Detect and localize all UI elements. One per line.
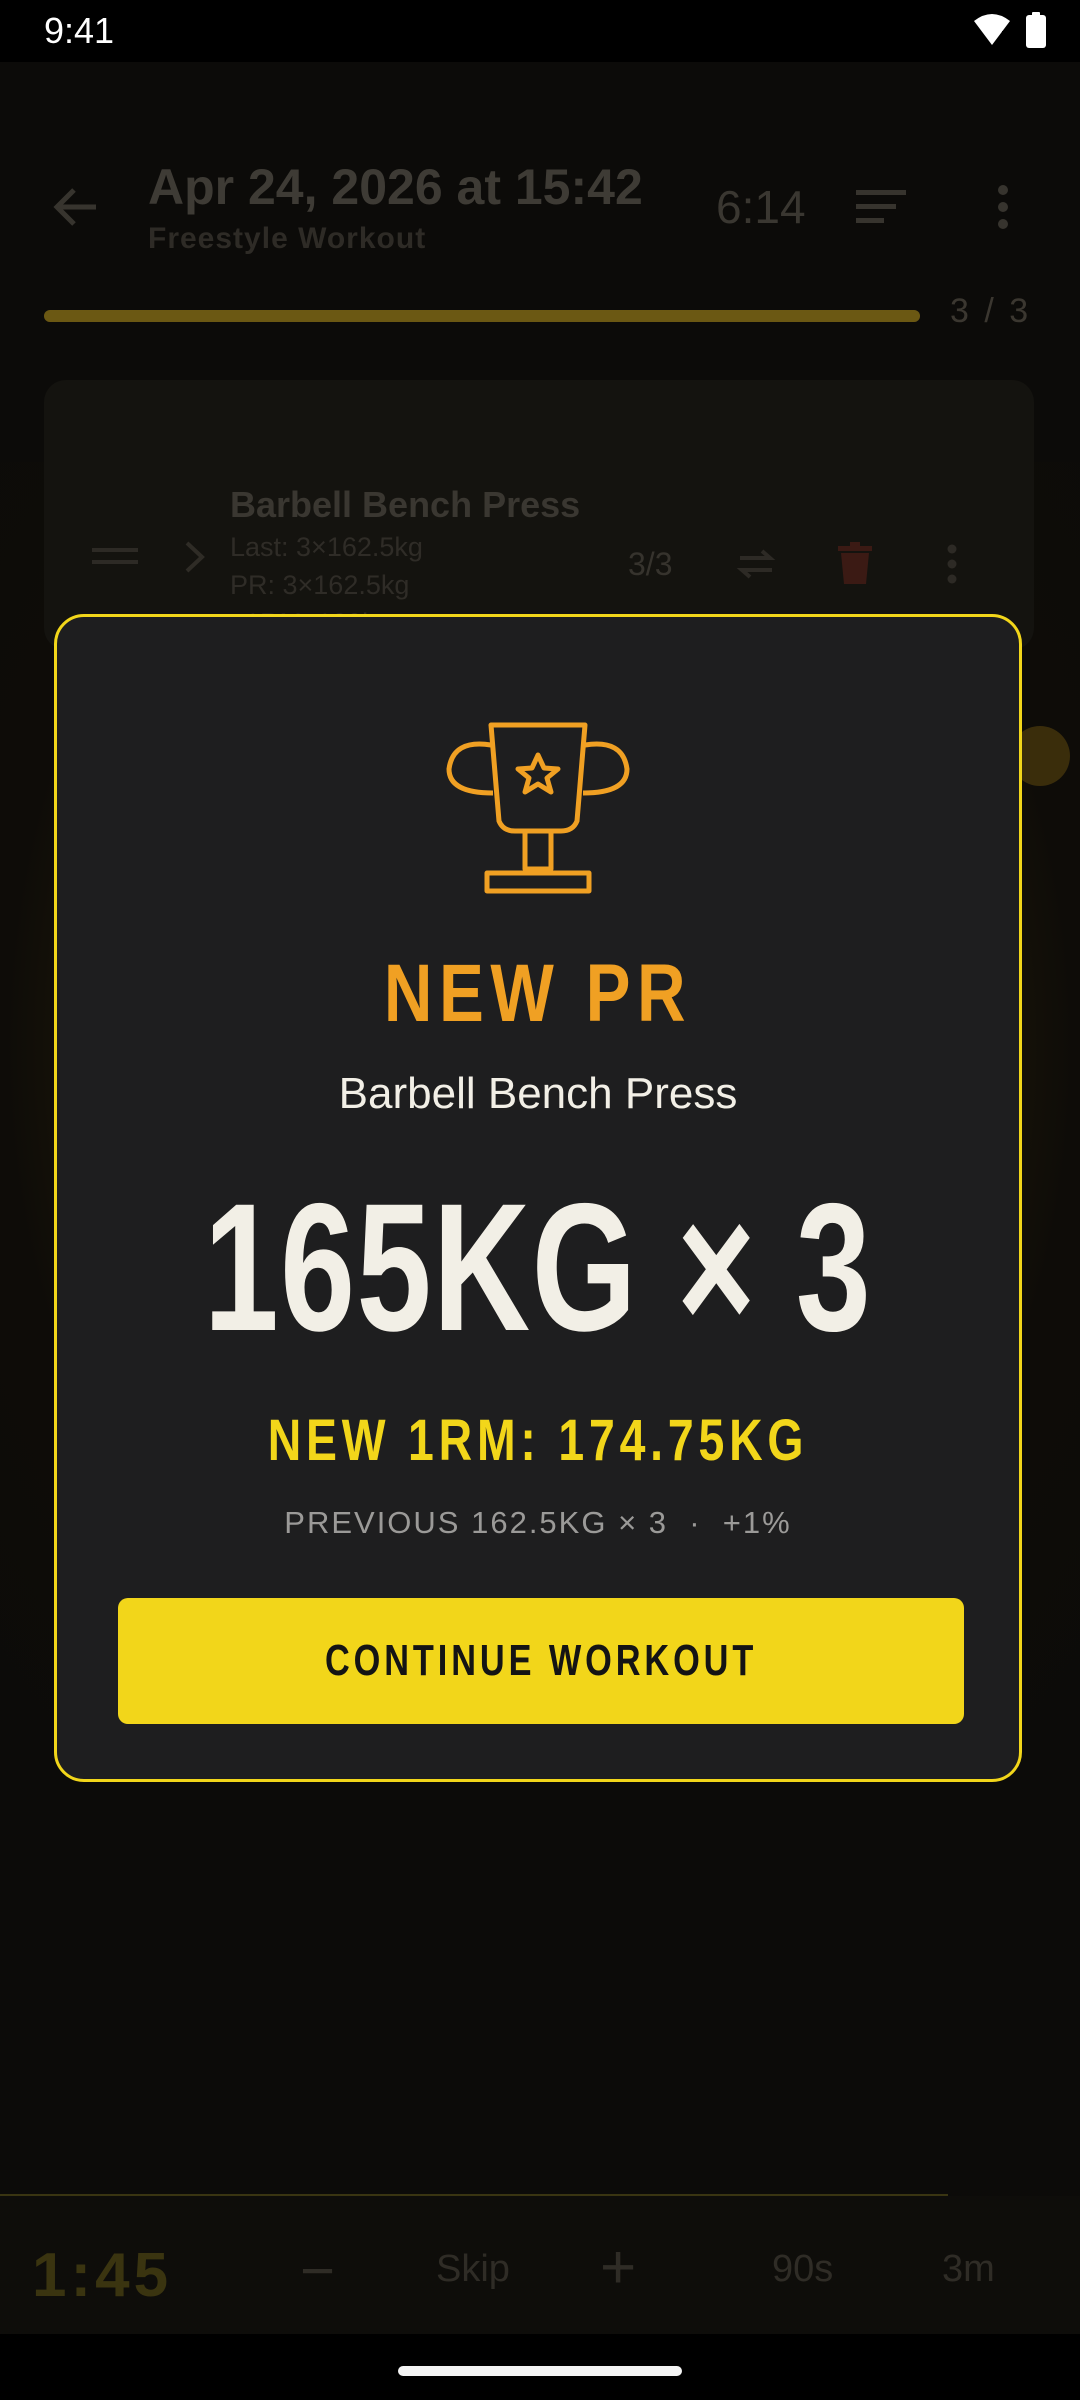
exercise-name: Barbell Bench Press [230,484,581,525]
new-pr-dialog: NEW PR Barbell Bench Press 165KG × 3 NEW… [54,614,1022,1782]
exercise-last: Last: 3×162.5kg [230,532,423,562]
more-vertical-icon[interactable] [996,184,1010,230]
pr-previous-record: PREVIOUS 162.5KG × 3 · +1% [284,1505,792,1540]
pr-exercise-name: Barbell Bench Press [338,1069,738,1118]
rest-plus-button[interactable]: + [600,2232,636,2303]
wifi-icon [974,14,1010,47]
trophy-icon [446,722,630,894]
exercise-sets-count: 3/3 [628,546,673,582]
home-indicator[interactable] [398,2366,682,2376]
workout-title: Apr 24, 2026 at 15:42 [148,159,643,215]
workout-header: Apr 24, 2026 at 15:42 Freestyle Workout … [0,62,1080,330]
workout-progress-bar [44,310,920,322]
battery-icon [1026,12,1046,48]
exercise-more-icon[interactable] [946,544,958,584]
continue-workout-label: CONTINUE WORKOUT [324,1636,758,1685]
drag-handle-icon[interactable] [92,548,138,566]
back-arrow-icon[interactable] [50,182,100,232]
workout-subtitle: Freestyle Workout [148,222,427,255]
reorder-list-icon[interactable] [856,190,906,226]
status-icons [972,12,1046,48]
new-pr-heading: NEW PR [383,948,693,1039]
rest-preset-90s-button[interactable]: 90s [772,2248,833,2291]
exercise-pr: PR: 3×162.5kg [230,570,410,600]
pr-new-1rm: NEW 1RM: 174.75KG [267,1408,809,1473]
workout-timer: 6:14 [716,181,806,233]
exercise-card[interactable]: Barbell Bench Press Last: 3×162.5kg PR: … [44,380,1034,650]
rest-minus-button[interactable]: − [300,2236,335,2305]
chevron-right-icon[interactable] [184,540,206,574]
rest-timer-value: 1:45 [32,2241,173,2310]
workout-progress-fill [44,310,920,322]
swap-icon[interactable] [736,548,776,580]
workout-progress-count: 3 / 3 [950,292,1032,330]
continue-workout-button[interactable]: CONTINUE WORKOUT [118,1598,964,1724]
status-time: 9:41 [44,10,115,51]
rest-preset-3m-button[interactable]: 3m [942,2248,995,2291]
pr-weight-reps: 165KG × 3 [203,1165,873,1369]
trash-icon[interactable] [838,542,872,584]
status-bar: 9:41 [0,0,1080,62]
rest-skip-button[interactable]: Skip [436,2248,510,2291]
